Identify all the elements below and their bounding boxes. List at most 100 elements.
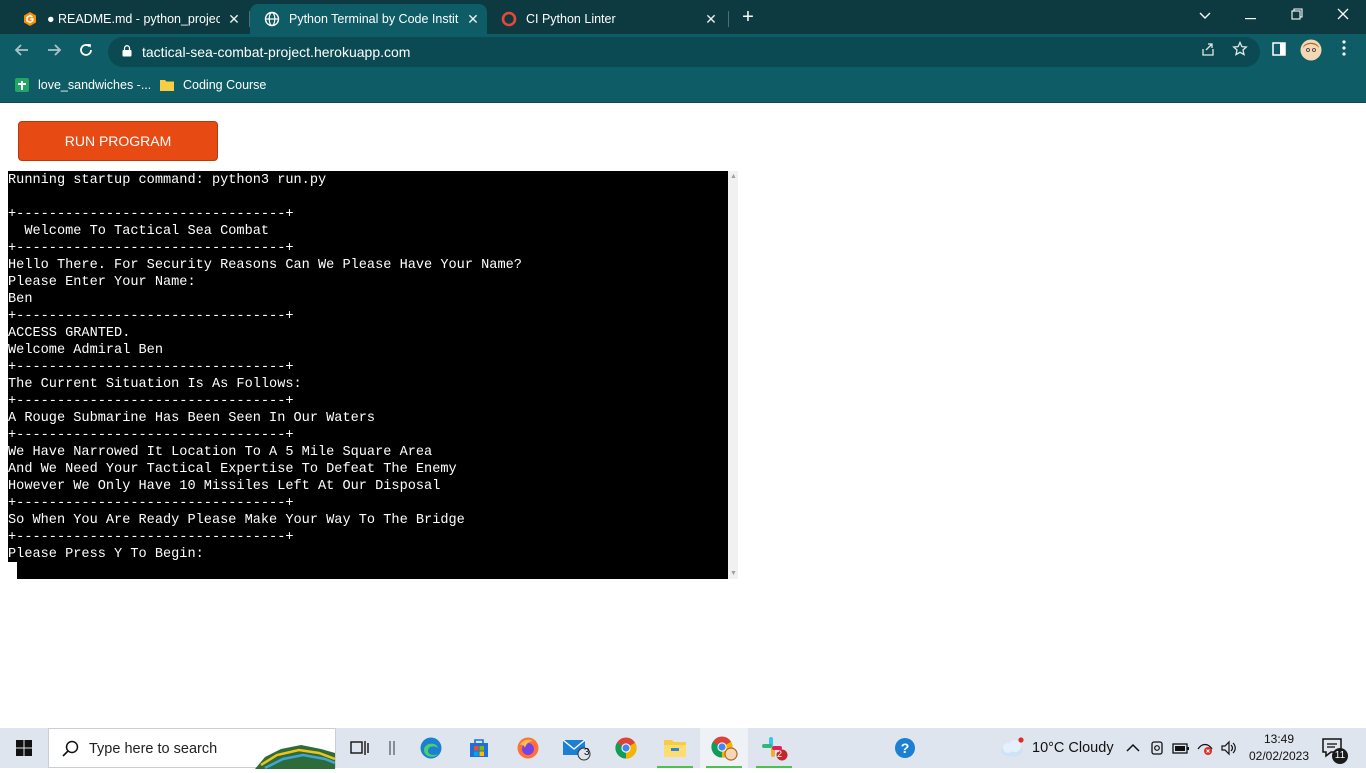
windows-taskbar: Type here to search 3 2 ? 10°C Cloudy 13…: [0, 728, 1366, 769]
close-icon: [1337, 8, 1349, 20]
new-tab-button[interactable]: +: [734, 4, 762, 30]
close-window-button[interactable]: [1320, 0, 1366, 32]
side-panel-icon[interactable]: [1266, 39, 1292, 65]
taskbar-app-chrome[interactable]: [602, 728, 650, 768]
back-button[interactable]: [7, 37, 37, 67]
taskbar-app-file-explorer[interactable]: [651, 728, 699, 768]
terminal-line: Please Enter Your Name:: [8, 275, 196, 290]
battery-icon: [1172, 743, 1189, 754]
bookmark-star-icon[interactable]: [1229, 40, 1251, 63]
terminal-line: +---------------------------------+: [8, 360, 294, 375]
terminal-scrollbar[interactable]: ▲ ▼: [728, 171, 738, 579]
terminal-line: Running startup command: python3 run.py: [8, 173, 327, 188]
tab-python-terminal[interactable]: Python Terminal by Code Institute ✕: [250, 4, 487, 34]
minimize-icon: [1245, 18, 1256, 20]
restore-button[interactable]: [1274, 0, 1320, 32]
close-icon[interactable]: ✕: [459, 11, 487, 28]
terminal-line: +---------------------------------+: [8, 207, 294, 222]
clock-date: 02/02/2023: [1248, 749, 1310, 763]
minimize-button[interactable]: [1228, 0, 1274, 32]
tab-search-button[interactable]: [1182, 0, 1228, 32]
bookmark-coding-course[interactable]: Coding Course: [159, 77, 266, 93]
restore-icon: [1291, 8, 1303, 20]
tab-ci-linter[interactable]: CI Python Linter ✕: [487, 4, 725, 34]
share-icon[interactable]: [1197, 41, 1219, 63]
bookmark-love-sandwiches[interactable]: love_sandwiches -...: [14, 77, 151, 93]
bookmark-label: love_sandwiches -...: [38, 78, 152, 92]
google-sheets-icon: [15, 78, 29, 92]
tab-title: Python Terminal by Code Institute: [289, 12, 459, 26]
bookmark-label: Coding Course: [183, 78, 267, 92]
taskbar-app-store[interactable]: [455, 728, 503, 768]
tab-title: CI Python Linter: [526, 12, 616, 26]
weather-widget[interactable]: 10°C Cloudy: [998, 728, 1114, 768]
close-icon[interactable]: ✕: [220, 11, 248, 28]
taskbar-app-mail[interactable]: 3: [553, 728, 601, 768]
taskbar-app-edge[interactable]: [407, 728, 455, 768]
browser-toolbar: tactical-sea-combat-project.herokuapp.co…: [0, 34, 1366, 70]
url-text: tactical-sea-combat-project.herokuapp.co…: [142, 44, 411, 60]
chevron-down-icon: [1199, 12, 1211, 19]
avatar[interactable]: [1298, 39, 1324, 65]
chrome-icon: [615, 737, 637, 759]
taskbar-app-help[interactable]: ?: [881, 728, 929, 768]
browser-tab-strip: ● README.md - python_project - ✕ Python …: [0, 0, 1366, 34]
tab-title: ● README.md - python_project -: [47, 12, 220, 26]
bookmarks-bar: love_sandwiches -... Coding Course: [0, 70, 1366, 103]
kebab-menu-icon[interactable]: [1331, 39, 1357, 65]
system-tray: [1126, 728, 1238, 768]
taskbar-app-slack[interactable]: 2: [750, 728, 798, 768]
terminal-line: Ben: [8, 292, 33, 307]
tab-readme[interactable]: ● README.md - python_project - ✕: [8, 4, 248, 34]
reload-button[interactable]: [71, 37, 101, 67]
terminal-line: Please Press Y To Begin:: [8, 547, 204, 562]
taskbar-app-firefox[interactable]: [504, 728, 552, 768]
edge-icon: [420, 737, 442, 759]
scroll-up-icon[interactable]: ▲: [730, 173, 737, 180]
task-view-icon: [350, 741, 369, 755]
terminal-line: So When You Are Ready Please Make Your W…: [8, 513, 465, 528]
taskbar-divider: [380, 728, 404, 768]
forward-button[interactable]: [39, 37, 69, 67]
terminal-line: +---------------------------------+: [8, 428, 294, 443]
system-clock[interactable]: 13:49 02/02/2023: [1244, 731, 1314, 765]
meet-now-icon: [1151, 741, 1163, 755]
scroll-down-icon[interactable]: ▼: [730, 570, 737, 577]
run-program-button[interactable]: RUN PROGRAM: [18, 121, 218, 161]
search-highlight-image: [255, 745, 335, 769]
terminal-line: +---------------------------------+: [8, 496, 294, 511]
mail-badge: 3: [584, 747, 590, 758]
gitpod-logo-icon: [22, 11, 38, 27]
terminal-cursor-gap: [8, 562, 17, 579]
start-button[interactable]: [0, 728, 48, 768]
file-explorer-icon: [664, 740, 686, 757]
lock-icon: [122, 45, 132, 57]
windows-logo-icon: [16, 740, 32, 756]
terminal-line: Welcome To Tactical Sea Combat: [8, 224, 270, 239]
terminal-line: +---------------------------------+: [8, 309, 294, 324]
terminal-output[interactable]: Running startup command: python3 run.py …: [8, 171, 728, 579]
weather-text: 10°C Cloudy: [1032, 740, 1114, 756]
terminal-line: And We Need Your Tactical Expertise To D…: [8, 462, 457, 477]
terminal-line: A Rouge Submarine Has Been Seen In Our W…: [8, 411, 376, 426]
folder-icon: [160, 80, 174, 91]
taskbar-app-chrome-profile[interactable]: [700, 728, 748, 768]
task-view-button[interactable]: [336, 728, 384, 768]
svg-text:?: ?: [901, 740, 910, 756]
search-placeholder: Type here to search: [89, 741, 218, 757]
notification-count-badge: 11: [1332, 748, 1348, 764]
address-bar[interactable]: tactical-sea-combat-project.herokuapp.co…: [108, 37, 1260, 67]
volume-icon: [1221, 740, 1236, 756]
help-icon: ?: [895, 738, 915, 758]
terminal-line: However We Only Have 10 Missiles Left At…: [8, 479, 441, 494]
terminal-line: Hello There. For Security Reasons Can We…: [8, 258, 522, 273]
close-icon[interactable]: ✕: [697, 11, 725, 28]
microsoft-store-icon: [470, 739, 488, 757]
terminal-line: The Current Situation Is As Follows:: [8, 377, 302, 392]
clock-time: 13:49: [1263, 732, 1295, 746]
arrow-right-icon: [48, 44, 62, 56]
taskbar-search-box[interactable]: Type here to search: [48, 728, 336, 769]
cloudy-weather-icon: [1001, 737, 1024, 757]
terminal-line: ACCESS GRANTED.: [8, 326, 131, 341]
chrome-profile-icon: [711, 736, 738, 761]
